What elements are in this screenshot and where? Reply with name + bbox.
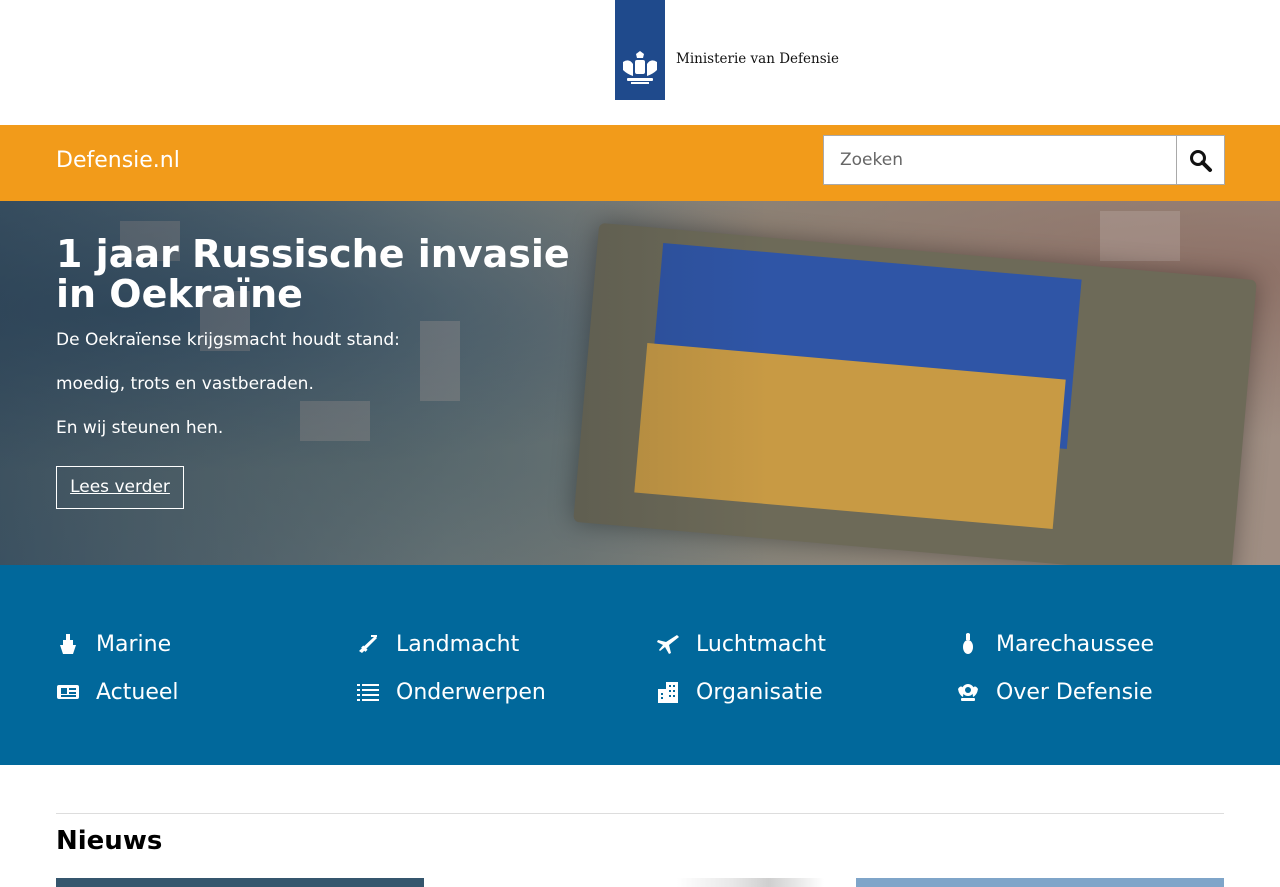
hero-title: 1 jaar Russische invasie in Oekraïne [56,232,570,316]
nav-item-label: Marechaussee [996,631,1155,657]
list-icon [356,680,380,704]
read-more-button[interactable]: Lees verder [56,466,184,509]
logo-text: Ministerie van Defensie [676,51,839,67]
news-card-image[interactable] [456,878,824,887]
search-icon [1190,150,1212,172]
nav-item-label: Over Defensie [996,679,1153,705]
emblem-icon [956,680,980,704]
hero-paragraph: De Oekraïense krijgsmacht houdt stand: [56,330,400,350]
hero-paragraph: moedig, trots en vastberaden. [56,374,314,394]
hero-paragraph: En wij steunen hen. [56,418,224,438]
grenade-icon [956,632,980,656]
nav-item-label: Landmacht [396,631,520,657]
nav-item-actueel[interactable]: Actueel [56,677,179,707]
building-icon [656,680,680,704]
news-heading: Nieuws [56,826,163,856]
nav-item-over-defensie[interactable]: Over Defensie [956,677,1153,707]
nav-item-luchtmacht[interactable]: Luchtmacht [656,629,826,659]
search-input[interactable] [823,135,1177,185]
coat-of-arms-icon [623,51,657,84]
nav-item-label: Marine [96,631,172,657]
nav-item-label: Actueel [96,679,179,705]
rifle-icon [356,632,380,656]
search-button[interactable] [1176,135,1225,185]
newspaper-icon [56,680,80,704]
nav-item-marine[interactable]: Marine [56,629,171,659]
news-card-image[interactable] [56,878,424,887]
plane-icon [656,632,680,656]
top-header: Ministerie van Defensie [0,0,1280,125]
site-name-link[interactable]: Defensie.nl [56,148,180,173]
news-card-image[interactable] [856,878,1224,887]
nav-item-label: Organisatie [696,679,823,705]
nav-item-label: Luchtmacht [696,631,827,657]
section-divider [56,813,1224,814]
nav-item-onderwerpen[interactable]: Onderwerpen [356,677,546,707]
government-logo[interactable] [615,0,665,100]
ship-icon [56,632,80,656]
nav-item-label: Onderwerpen [396,679,546,705]
nav-item-organisatie[interactable]: Organisatie [656,677,823,707]
main-navigation: Marine Landmacht Luchtmacht Marechaussee… [0,565,1280,765]
nav-item-landmacht[interactable]: Landmacht [356,629,519,659]
nav-item-marechaussee[interactable]: Marechaussee [956,629,1154,659]
